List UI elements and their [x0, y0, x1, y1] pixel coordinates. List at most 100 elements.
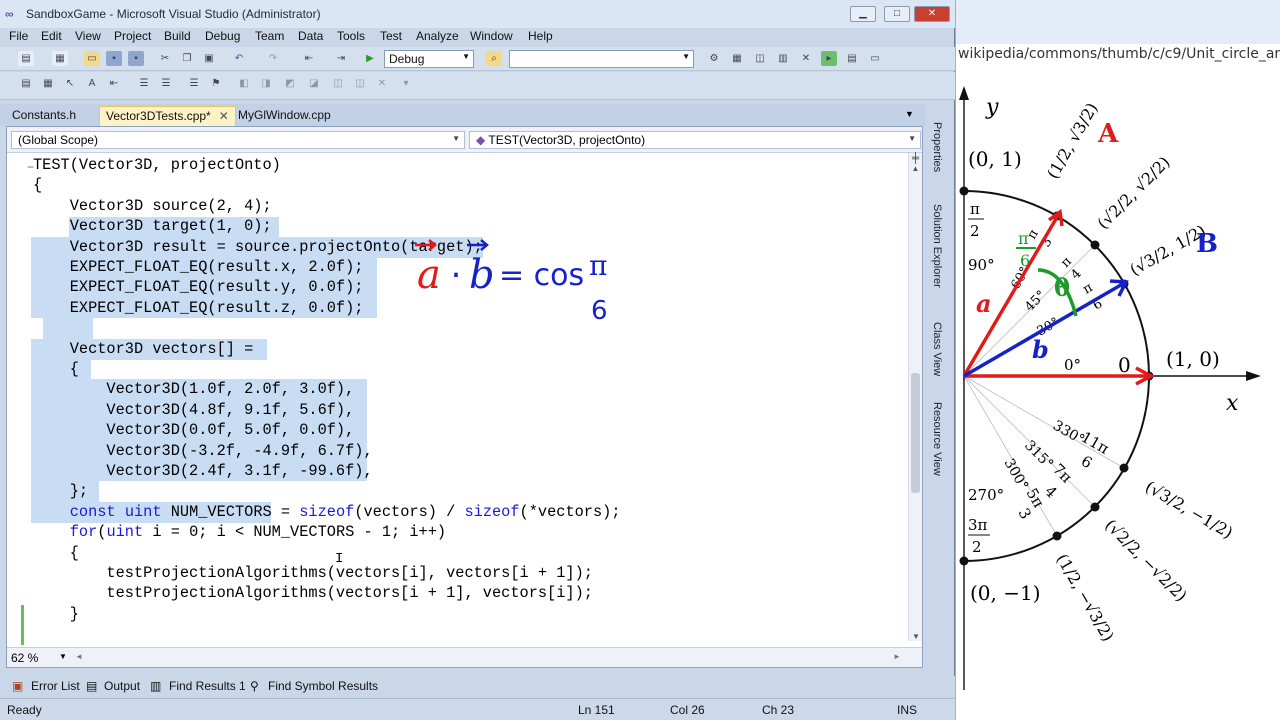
- scroll-thumb[interactable]: [911, 373, 920, 493]
- menu-team[interactable]: Team: [255, 29, 284, 43]
- scroll-left-icon[interactable]: ◄: [75, 652, 83, 661]
- menu-test[interactable]: Test: [380, 29, 402, 43]
- next-bookmark-folder-icon[interactable]: ◪: [306, 76, 322, 91]
- member-value: TEST(Vector3D, projectOnto): [488, 133, 646, 147]
- properties-icon[interactable]: ▦: [729, 51, 745, 66]
- extension-manager-icon[interactable]: ✕: [798, 51, 814, 66]
- undo-icon[interactable]: ↶: [231, 51, 247, 66]
- menu-debug[interactable]: Debug: [205, 29, 240, 43]
- solution-explorer-icon[interactable]: ⚙: [706, 51, 722, 66]
- find-combo[interactable]: ▼: [509, 50, 694, 68]
- y-axis-arrow-icon: [959, 86, 969, 100]
- scroll-down-icon[interactable]: ▼: [912, 632, 920, 641]
- prev-bookmark-doc-icon[interactable]: ◫: [330, 76, 346, 91]
- object-browser-icon[interactable]: ◫: [752, 51, 768, 66]
- save-icon[interactable]: ▪: [106, 51, 122, 66]
- split-icon[interactable]: ╪: [909, 153, 922, 164]
- toolbar-options-icon[interactable]: ▭: [867, 51, 883, 66]
- chevron-down-icon: ▼: [682, 52, 690, 61]
- toolbox-icon[interactable]: ▥: [775, 51, 791, 66]
- tab-find-symbol-results[interactable]: Find Symbol Results: [268, 679, 378, 693]
- side-tab-properties[interactable]: Properties: [931, 122, 943, 172]
- menu-analyze[interactable]: Analyze: [416, 29, 459, 43]
- solution-configuration-select[interactable]: Debug ▼: [384, 50, 474, 68]
- side-tab-resource-view[interactable]: Resource View: [931, 402, 943, 476]
- menu-help[interactable]: Help: [528, 29, 553, 43]
- close-tab-icon[interactable]: ✕: [219, 109, 229, 123]
- selection-highlight: [43, 318, 93, 339]
- start-debugging-icon[interactable]: ▶: [362, 51, 378, 66]
- scroll-up-icon[interactable]: ▲: [909, 164, 922, 173]
- ink-pi: π: [589, 249, 607, 282]
- quick-info-icon[interactable]: ↖: [62, 76, 78, 91]
- close-button[interactable]: ✕: [914, 6, 950, 22]
- decrease-indent-icon[interactable]: ⇤: [106, 76, 122, 91]
- next-bookmark-icon[interactable]: ◨: [258, 76, 274, 91]
- ink-pi-6-num: π: [1018, 229, 1029, 248]
- ink-pi-6-den: 6: [1020, 251, 1030, 270]
- toolbar-overflow-icon[interactable]: ▾: [398, 76, 414, 91]
- maximize-button[interactable]: □: [884, 6, 910, 22]
- menu-file[interactable]: File: [9, 29, 28, 43]
- clear-bookmarks-icon[interactable]: ✕: [374, 76, 390, 91]
- tab-dropdown-icon[interactable]: ▼: [905, 109, 914, 119]
- menu-project[interactable]: Project: [114, 29, 151, 43]
- menu-data[interactable]: Data: [298, 29, 323, 43]
- zoom-level[interactable]: 62 %: [11, 651, 38, 665]
- code-area[interactable]: − TEST(Vector3D, projectOnto) { Vector3D…: [7, 155, 907, 655]
- minimize-button[interactable]: ▁: [850, 6, 876, 22]
- copy-icon[interactable]: ❐: [179, 51, 195, 66]
- code-line-18: const uint NUM_VECTORS = sizeof(vectors)…: [69, 502, 621, 521]
- code-line-21: testProjectionAlgorithms(vectors[i], vec…: [33, 564, 593, 582]
- tab-constants-h[interactable]: Constants.h: [6, 106, 82, 126]
- menu-tools[interactable]: Tools: [337, 29, 365, 43]
- display-object-member-list-icon[interactable]: ▤: [18, 76, 34, 91]
- parameter-info-icon[interactable]: ▦: [40, 76, 56, 91]
- vs-logo-icon: ∞: [5, 7, 14, 21]
- menu-view[interactable]: View: [75, 29, 101, 43]
- uncomment-icon[interactable]: ☰: [186, 76, 202, 91]
- scroll-right-icon[interactable]: ►: [893, 652, 901, 661]
- tab-myglwindow-cpp[interactable]: MyGlWindow.cpp: [232, 106, 337, 126]
- navigate-back-icon[interactable]: ⇤: [301, 51, 317, 66]
- member-select[interactable]: ◆ TEST(Vector3D, projectOnto) ▼: [469, 131, 921, 149]
- command-window-icon[interactable]: ▤: [844, 51, 860, 66]
- tab-find-results-1[interactable]: Find Results 1: [169, 679, 246, 693]
- code-line-13: Vector3D(4.8f, 9.1f, 5.6f),: [33, 400, 355, 419]
- code-editor[interactable]: (Global Scope) ▼ ◆ TEST(Vector3D, project…: [6, 126, 923, 668]
- menu-window[interactable]: Window: [470, 29, 513, 43]
- code-line-23: }: [33, 604, 79, 623]
- menu-build[interactable]: Build: [164, 29, 191, 43]
- redo-icon[interactable]: ↷: [265, 51, 281, 66]
- code-line-11: {: [33, 360, 79, 378]
- prev-bookmark-folder-icon[interactable]: ◩: [282, 76, 298, 91]
- toggle-bookmark-icon[interactable]: ⚑: [208, 76, 224, 91]
- next-bookmark-doc-icon[interactable]: ◫: [352, 76, 368, 91]
- navigate-forward-icon[interactable]: ⇥: [333, 51, 349, 66]
- save-all-icon[interactable]: ▪: [128, 51, 144, 66]
- scope-select[interactable]: (Global Scope) ▼: [11, 131, 465, 149]
- menu-edit[interactable]: Edit: [41, 29, 62, 43]
- prev-bookmark-icon[interactable]: ◧: [236, 76, 252, 91]
- increase-indent-icon[interactable]: ☰: [136, 76, 152, 91]
- tab-output[interactable]: Output: [104, 679, 140, 693]
- cut-icon[interactable]: ✂: [157, 51, 173, 66]
- tab-vector3dtests-cpp[interactable]: Vector3DTests.cpp* ✕: [99, 106, 236, 126]
- side-tab-solution-explorer[interactable]: Solution Explorer: [931, 204, 943, 288]
- configuration-value: Debug: [389, 52, 425, 66]
- complete-word-icon[interactable]: A: [84, 76, 100, 91]
- open-file-icon[interactable]: ▭: [84, 51, 100, 66]
- find-in-files-icon[interactable]: ⌕: [486, 51, 502, 66]
- start-page-icon[interactable]: ▸: [821, 51, 837, 66]
- address-bar[interactable]: wikipedia/commons/thumb/c/c9/Unit_circle…: [958, 46, 1280, 70]
- text-editor-toolbar: ▤ ▦ ↖ A ⇤ ☰ ☰ ☰ ⚑ ◧ ◨ ◩ ◪ ◫ ◫ ✕ ▾: [0, 72, 955, 100]
- status-bar: Ready Ln 151 Col 26 Ch 23 INS: [0, 698, 955, 720]
- add-item-icon[interactable]: ▦: [52, 51, 68, 66]
- side-tab-class-view[interactable]: Class View: [931, 322, 943, 376]
- vertical-scrollbar[interactable]: ╪ ▲ ▼: [908, 153, 922, 641]
- comment-out-icon[interactable]: ☰: [158, 76, 174, 91]
- new-project-icon[interactable]: ▤: [18, 51, 34, 66]
- tab-error-list[interactable]: Error List: [31, 679, 80, 693]
- paste-icon[interactable]: ▣: [201, 51, 217, 66]
- zoom-dropdown-icon[interactable]: ▼: [59, 652, 67, 661]
